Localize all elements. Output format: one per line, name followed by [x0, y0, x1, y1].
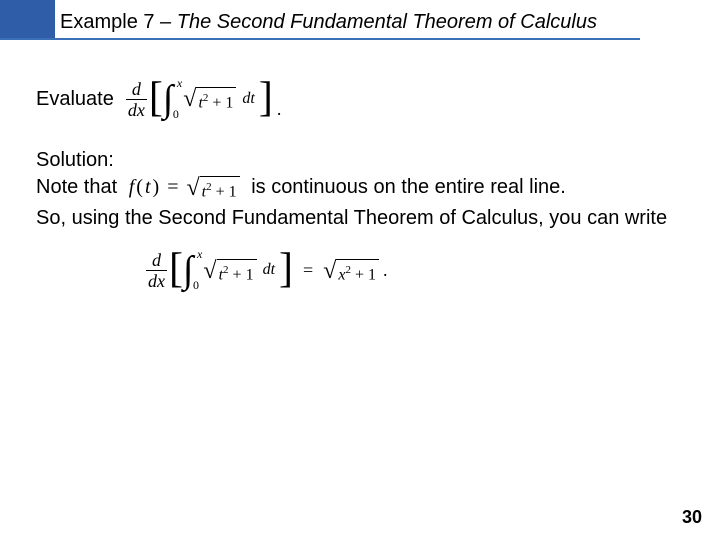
- heading-accent-block: [0, 0, 55, 38]
- heading-title: The Second Fundamental Theorem of Calcul…: [177, 11, 597, 33]
- result-equation: d dx [ ∫ x 0 √ t2 + 1 dt ] = √ x2 + 1: [146, 249, 388, 291]
- heading-prefix: Example 7: [60, 11, 155, 33]
- so-line: So, using the Second Fundamental Theorem…: [36, 206, 684, 231]
- evaluate-row: Evaluate d dx [ ∫ x 0 √: [36, 78, 684, 120]
- ft-definition: f(t) = √ t2 + 1: [129, 175, 240, 200]
- integral: ∫ x 0: [163, 78, 173, 120]
- note-suffix: is continuous on the entire real line.: [251, 176, 566, 198]
- ddx-fraction: d dx: [126, 80, 147, 119]
- bracket-group: [ ∫ x 0 √ t2 + 1 dt ]: [149, 78, 273, 120]
- heading-separator: –: [155, 11, 177, 33]
- heading-area: Example 7 – The Second Fundamental Theor…: [0, 0, 720, 48]
- evaluate-expression: d dx [ ∫ x 0 √ t2 + 1 dt: [126, 78, 282, 120]
- note-block: Note that f(t) = √ t2 + 1 is continuous …: [36, 175, 684, 200]
- sqrt-expr: √ t2 + 1: [183, 87, 236, 112]
- evaluate-label: Evaluate: [36, 87, 114, 112]
- body-content: Evaluate d dx [ ∫ x 0 √: [36, 78, 684, 291]
- note-prefix: Note that: [36, 176, 123, 198]
- heading-underline: [0, 38, 640, 40]
- solution-label: Solution:: [36, 148, 684, 173]
- heading-text: Example 7 – The Second Fundamental Theor…: [60, 11, 597, 34]
- page-number: 30: [682, 507, 702, 528]
